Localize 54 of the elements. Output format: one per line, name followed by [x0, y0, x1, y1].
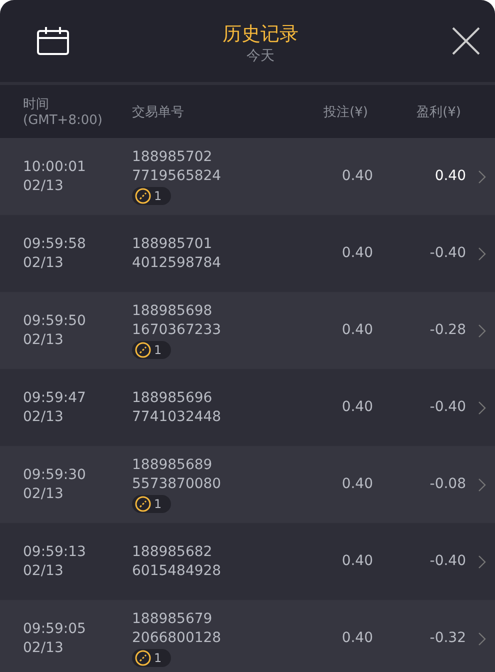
time-cell: 10:00:01 02/13 [23, 158, 86, 194]
bet-amount: 0.40 [342, 553, 373, 569]
history-row[interactable]: 09:59:05 02/13 188985679 2066800128 1 0.40 -0.32 [0, 600, 495, 672]
chevron-icon [478, 400, 486, 414]
column-header: 盈利(¥) [416, 104, 461, 120]
chevron-icon [478, 170, 486, 184]
order-number: 188985682 6015484928 [132, 542, 222, 580]
bet-amount: 0.40 [342, 168, 373, 184]
chevron-icon [478, 632, 486, 646]
bet-amount: 0.40 [342, 245, 373, 261]
date-filter-label: 今天 [246, 47, 274, 65]
column-header: 时间 (GMT+8:00) [23, 97, 102, 128]
time-cell: 09:59:58 02/13 [23, 236, 86, 270]
history-row[interactable]: 09:59:13 02/13 188985682 6015484928 0.40 -0.40 [0, 523, 495, 600]
history-row[interactable]: 09:59:30 02/13 188985689 5573870080 1 0.40 -0.08 [0, 446, 495, 523]
chevron-icon [478, 324, 486, 338]
order-number: 188985701 4012598784 [132, 234, 222, 272]
profit-amount: -0.40 [430, 399, 466, 415]
order-number: 188985696 7741032448 [132, 388, 222, 426]
profit-amount: 0.40 [434, 168, 466, 184]
chevron-icon [478, 246, 486, 260]
order-number: 188985679 2066800128 [132, 610, 222, 648]
profit-amount: -0.28 [430, 322, 466, 338]
time-cell: 09:59:47 02/13 [23, 390, 86, 424]
profit-amount: -0.40 [430, 245, 466, 261]
bet-amount: 0.40 [342, 322, 373, 338]
time-cell: 09:59:13 02/13 [23, 544, 86, 578]
free-spin-badge: 1 [132, 649, 171, 667]
history-row[interactable]: 10:00:01 02/13 188985702 7719565824 1 0.40 0.40 [0, 138, 495, 215]
history-row[interactable]: 09:59:50 02/13 188985698 1670367233 1 0.40 -0.28 [0, 292, 495, 369]
bet-amount: 0.40 [342, 476, 373, 492]
column-header: 投注(¥) [324, 104, 368, 120]
chevron-icon [478, 478, 486, 492]
time-cell: 09:59:05 02/13 [23, 620, 86, 656]
chevron-icon [478, 554, 486, 568]
bet-amount: 0.40 [342, 399, 373, 415]
profit-amount: -0.40 [430, 553, 466, 569]
free-spin-badge: 1 [132, 341, 171, 359]
history-row[interactable]: 09:59:58 02/13 188985701 4012598784 0.40 -0.40 [0, 215, 495, 292]
order-number: 188985689 5573870080 [132, 456, 222, 494]
bet-amount: 0.40 [342, 630, 373, 646]
time-cell: 09:59:50 02/13 [23, 312, 86, 348]
free-spin-badge: 1 [132, 187, 171, 205]
column-header: 交易单号 [132, 104, 184, 120]
calendar-icon[interactable] [37, 27, 69, 55]
order-number: 188985702 7719565824 [132, 148, 222, 186]
order-number: 188985698 1670367233 [132, 302, 222, 340]
free-spin-badge: 1 [132, 495, 171, 513]
history-row[interactable]: 09:59:47 02/13 188985696 7741032448 0.40 -0.40 [0, 369, 495, 446]
window-title: 历史记录 [222, 22, 298, 47]
profit-amount: -0.32 [430, 630, 466, 646]
close-icon[interactable] [452, 27, 480, 55]
time-cell: 09:59:30 02/13 [23, 466, 86, 502]
profit-amount: -0.08 [430, 476, 466, 492]
